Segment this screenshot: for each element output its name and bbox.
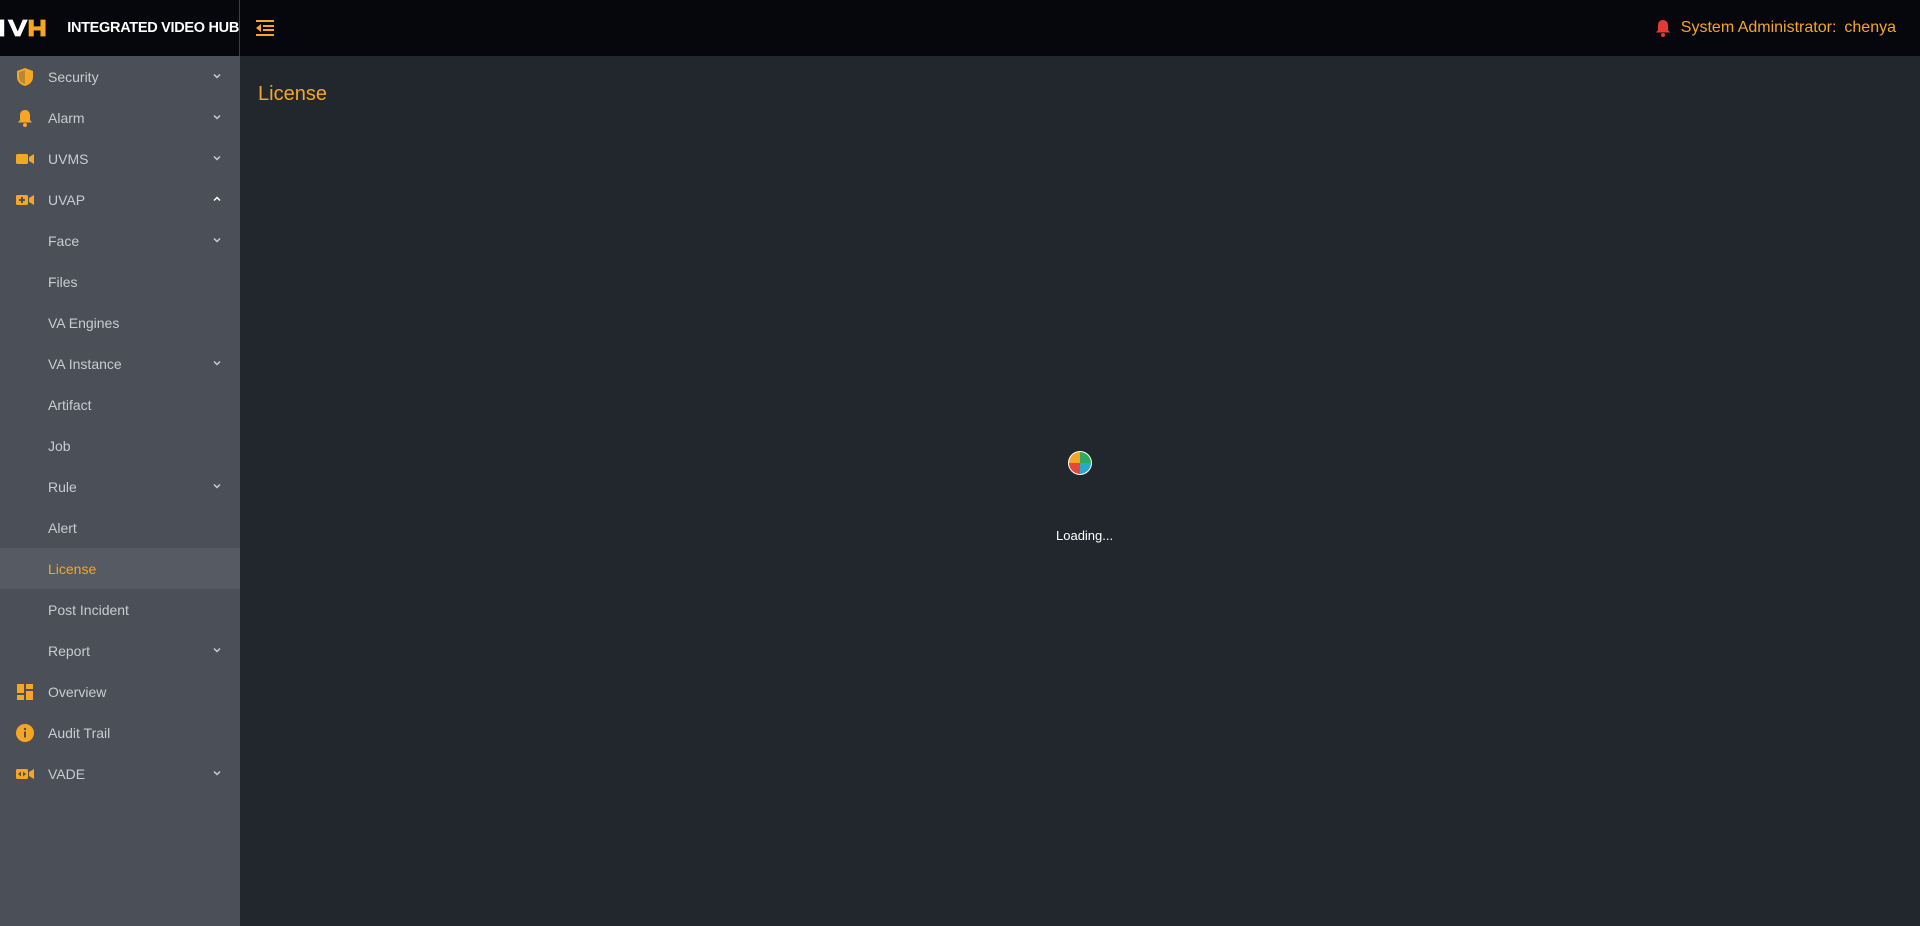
page-title: License <box>258 83 327 105</box>
sidebar-toggle-icon[interactable] <box>254 17 276 39</box>
main-content: License Loading... <box>240 56 1920 926</box>
shield-icon <box>15 67 35 87</box>
sidebar-item-files[interactable]: Files <box>0 261 240 302</box>
sidebar-item-label: Face <box>48 232 80 249</box>
sidebar-item-label: License <box>48 560 97 577</box>
sidebar-item-license[interactable]: License <box>0 548 240 589</box>
sidebar-item-va-instance[interactable]: VA Instance <box>0 343 240 384</box>
sidebar-item-rule[interactable]: Rule <box>0 466 240 507</box>
sidebar-item-label: Job <box>48 437 71 454</box>
sidebar-item-label: Rule <box>48 478 77 495</box>
sidebar-item-label: UVMS <box>48 150 89 167</box>
sidebar-item-job[interactable]: Job <box>0 425 240 466</box>
sidebar-item-label: VA Instance <box>48 355 122 372</box>
video-add-icon <box>15 190 35 210</box>
brand: INTEGRATED VIDEO HUB <box>0 0 240 56</box>
sidebar-item-label: UVAP <box>48 191 86 208</box>
username-link[interactable]: chenya <box>1844 19 1896 37</box>
chevron-down-icon <box>213 647 221 653</box>
sidebar-item-alert[interactable]: Alert <box>0 507 240 548</box>
sidebar-item-label: Overview <box>48 683 107 700</box>
info-icon <box>15 723 35 743</box>
sidebar-item-alarm[interactable]: Alarm <box>0 97 240 138</box>
sidebar-item-overview[interactable]: Overview <box>0 671 240 712</box>
sidebar-item-label: VA Engines <box>48 314 120 331</box>
loading-spinner-icon <box>1068 451 1092 475</box>
sidebar-item-uvms[interactable]: UVMS <box>0 138 240 179</box>
sidebar-item-audit-trail[interactable]: Audit Trail <box>0 712 240 753</box>
user-area: System Administrator: chenya <box>1653 18 1896 38</box>
notification-bell-icon[interactable] <box>1653 18 1673 38</box>
sidebar-item-uvap[interactable]: UVAP <box>0 179 240 220</box>
video-camera-icon <box>15 149 35 169</box>
sidebar-item-label: Alarm <box>48 109 85 126</box>
chevron-down-icon <box>213 770 221 776</box>
sidebar: Security Alarm UVMS UVAP Face Files VA E… <box>0 56 240 926</box>
sidebar-item-label: Report <box>48 642 91 659</box>
sidebar-item-label: Security <box>48 68 99 85</box>
dashboard-icon <box>15 682 35 702</box>
sidebar-item-label: Files <box>48 273 78 290</box>
sidebar-item-label: Artifact <box>48 396 92 413</box>
sidebar-item-security[interactable]: Security <box>0 56 240 97</box>
chevron-down-icon <box>213 483 221 489</box>
sidebar-item-post-incident[interactable]: Post Incident <box>0 589 240 630</box>
sidebar-item-vade[interactable]: VADE <box>0 753 240 794</box>
sidebar-item-label: Post Incident <box>48 601 129 618</box>
chevron-down-icon <box>213 360 221 366</box>
app-title: INTEGRATED VIDEO HUB <box>67 20 239 36</box>
app-logo <box>0 19 46 37</box>
loading-text: Loading... <box>1056 528 1114 543</box>
chevron-down-icon <box>213 155 221 161</box>
top-bar: INTEGRATED VIDEO HUB System Administrato… <box>0 0 1920 56</box>
sidebar-item-label: Alert <box>48 519 77 536</box>
sidebar-item-face[interactable]: Face <box>0 220 240 261</box>
sidebar-item-va-engines[interactable]: VA Engines <box>0 302 240 343</box>
sidebar-item-artifact[interactable]: Artifact <box>0 384 240 425</box>
user-role-label: System Administrator: <box>1680 19 1837 36</box>
chevron-up-icon <box>213 196 221 202</box>
sidebar-item-label: Audit Trail <box>48 724 111 741</box>
chevron-down-icon <box>213 114 221 120</box>
chevron-down-icon <box>213 237 221 243</box>
bell-icon <box>15 108 35 128</box>
sidebar-item-label: VADE <box>48 765 86 782</box>
video-arrows-icon <box>15 764 35 784</box>
sidebar-item-report[interactable]: Report <box>0 630 240 671</box>
chevron-down-icon <box>213 73 221 79</box>
